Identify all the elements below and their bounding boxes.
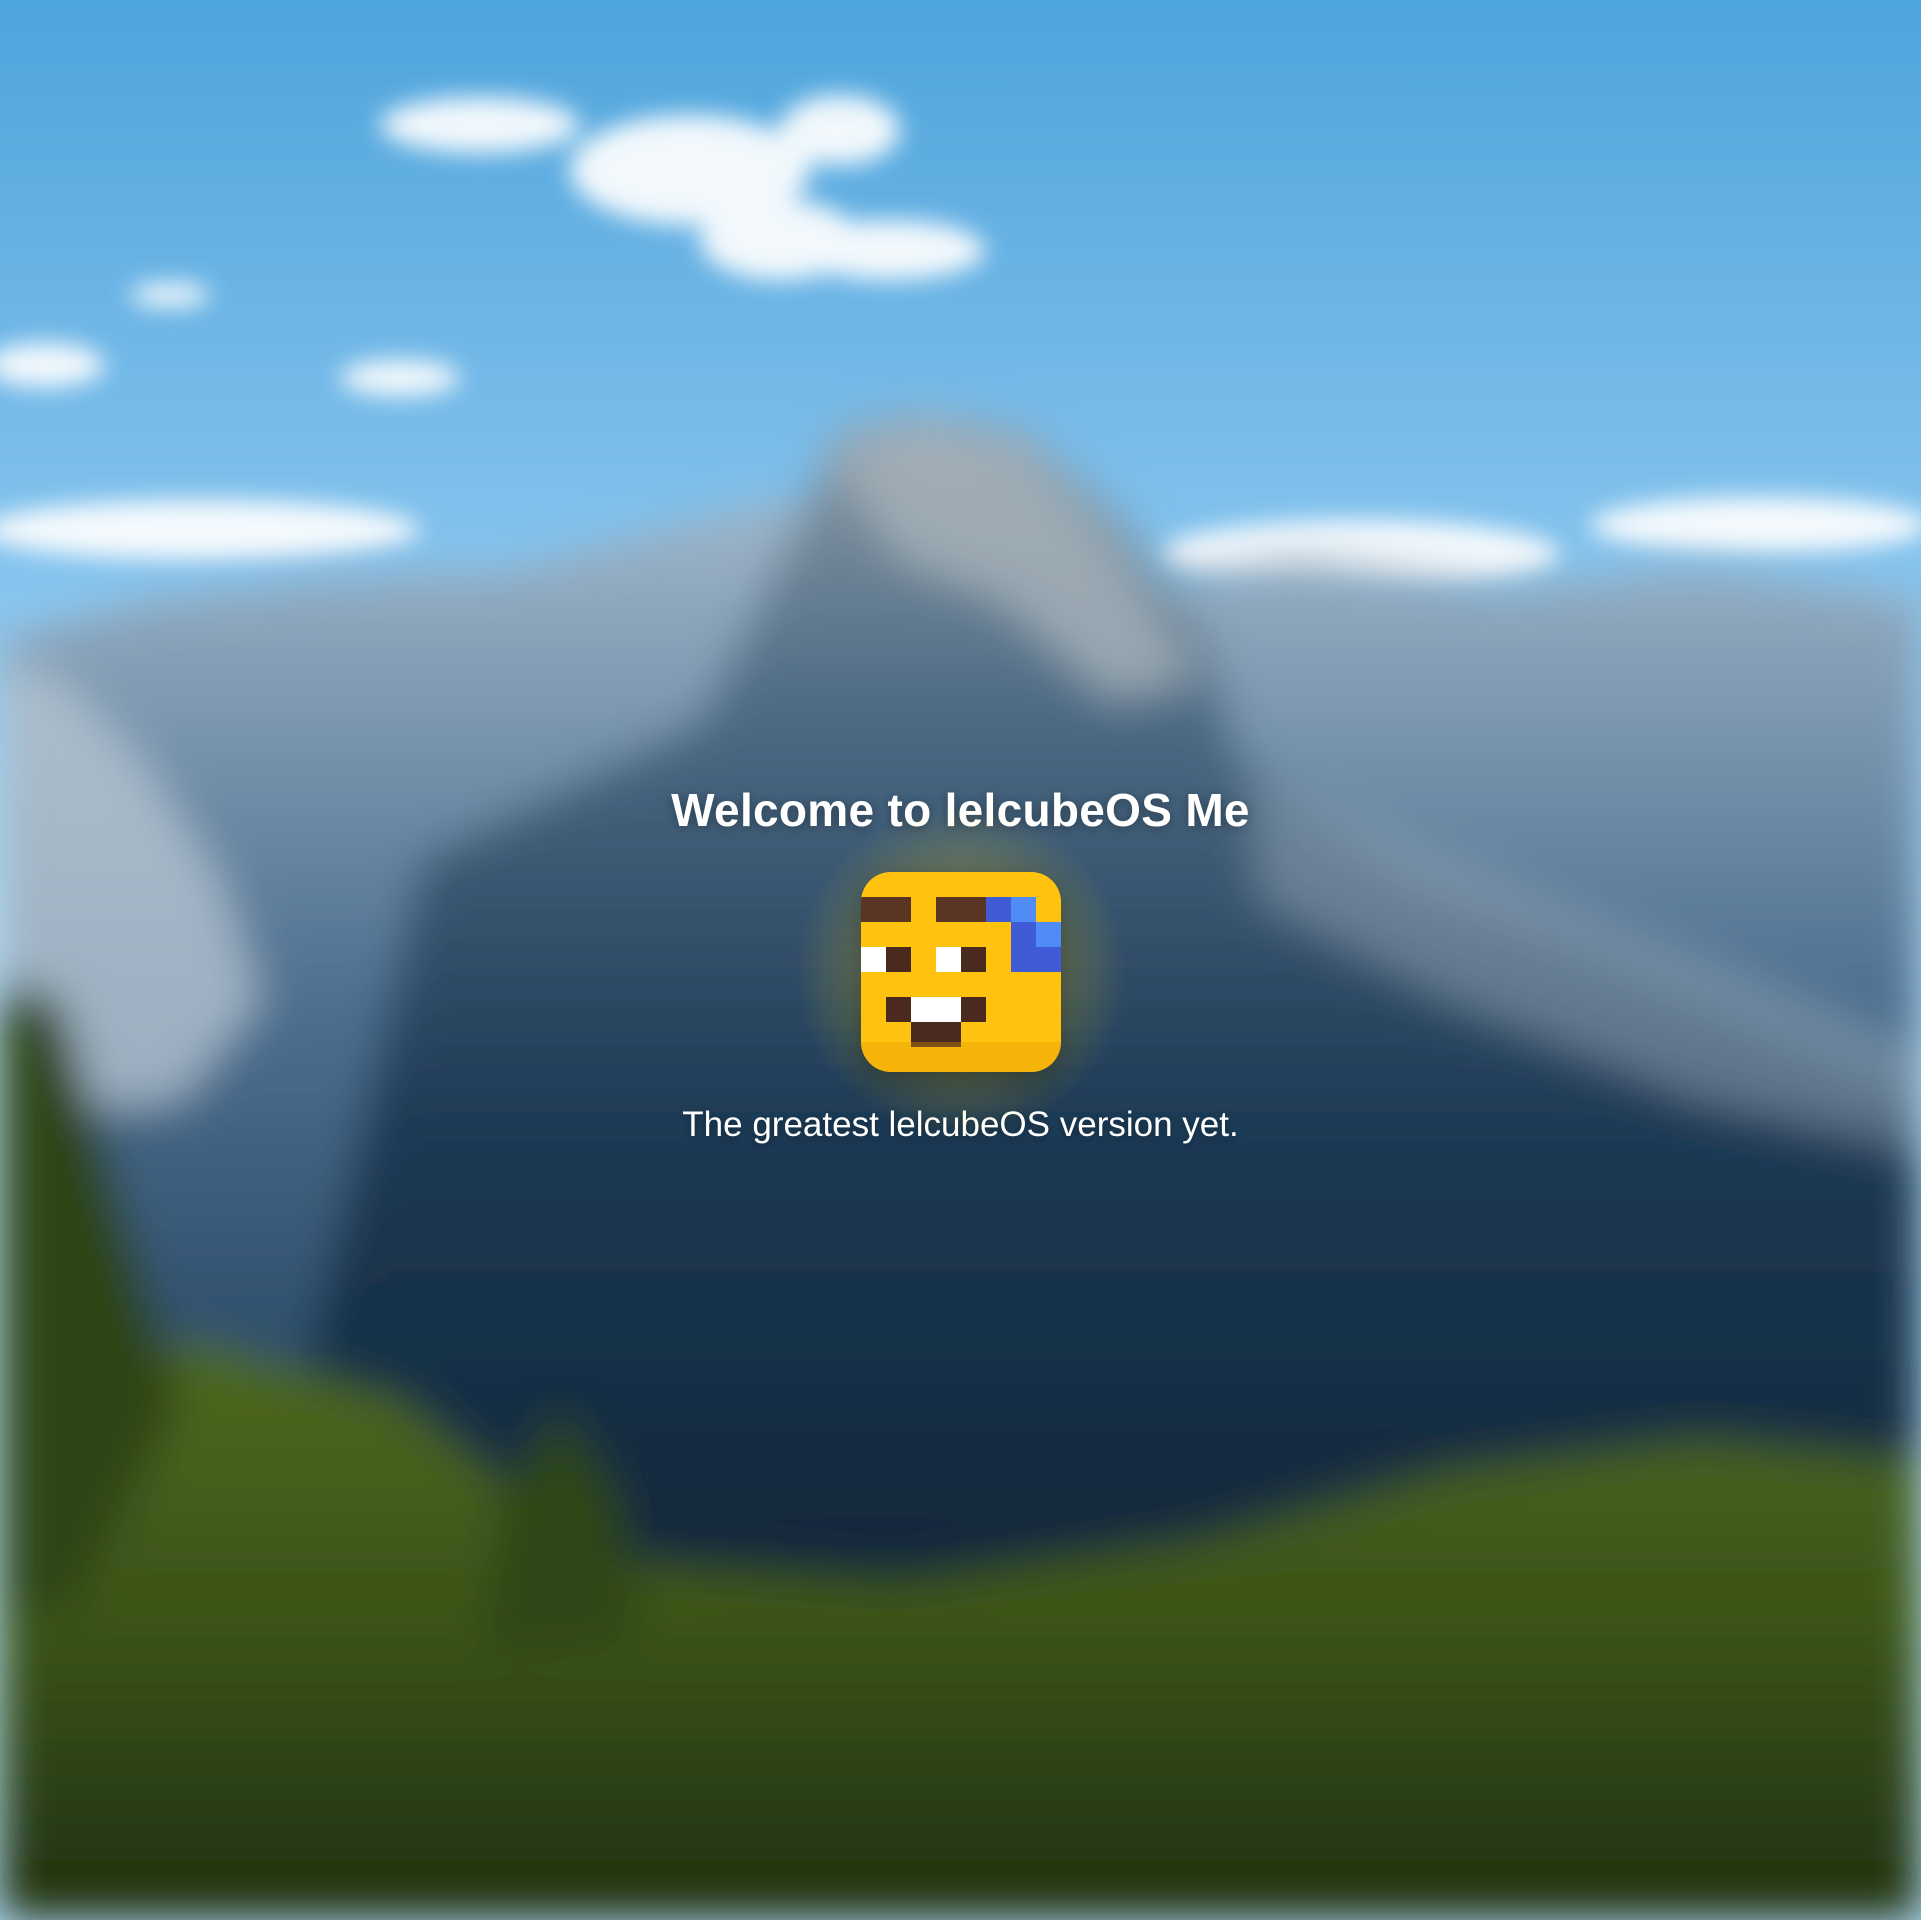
lelcube-logo-icon xyxy=(860,872,1061,1072)
lelcube-pixel-face-icon xyxy=(860,872,1061,1072)
logo-container xyxy=(780,792,1141,1152)
welcome-screen: Welcome to lelcubeOS Me xyxy=(0,0,1921,1920)
welcome-panel: Welcome to lelcubeOS Me xyxy=(0,770,1921,1152)
